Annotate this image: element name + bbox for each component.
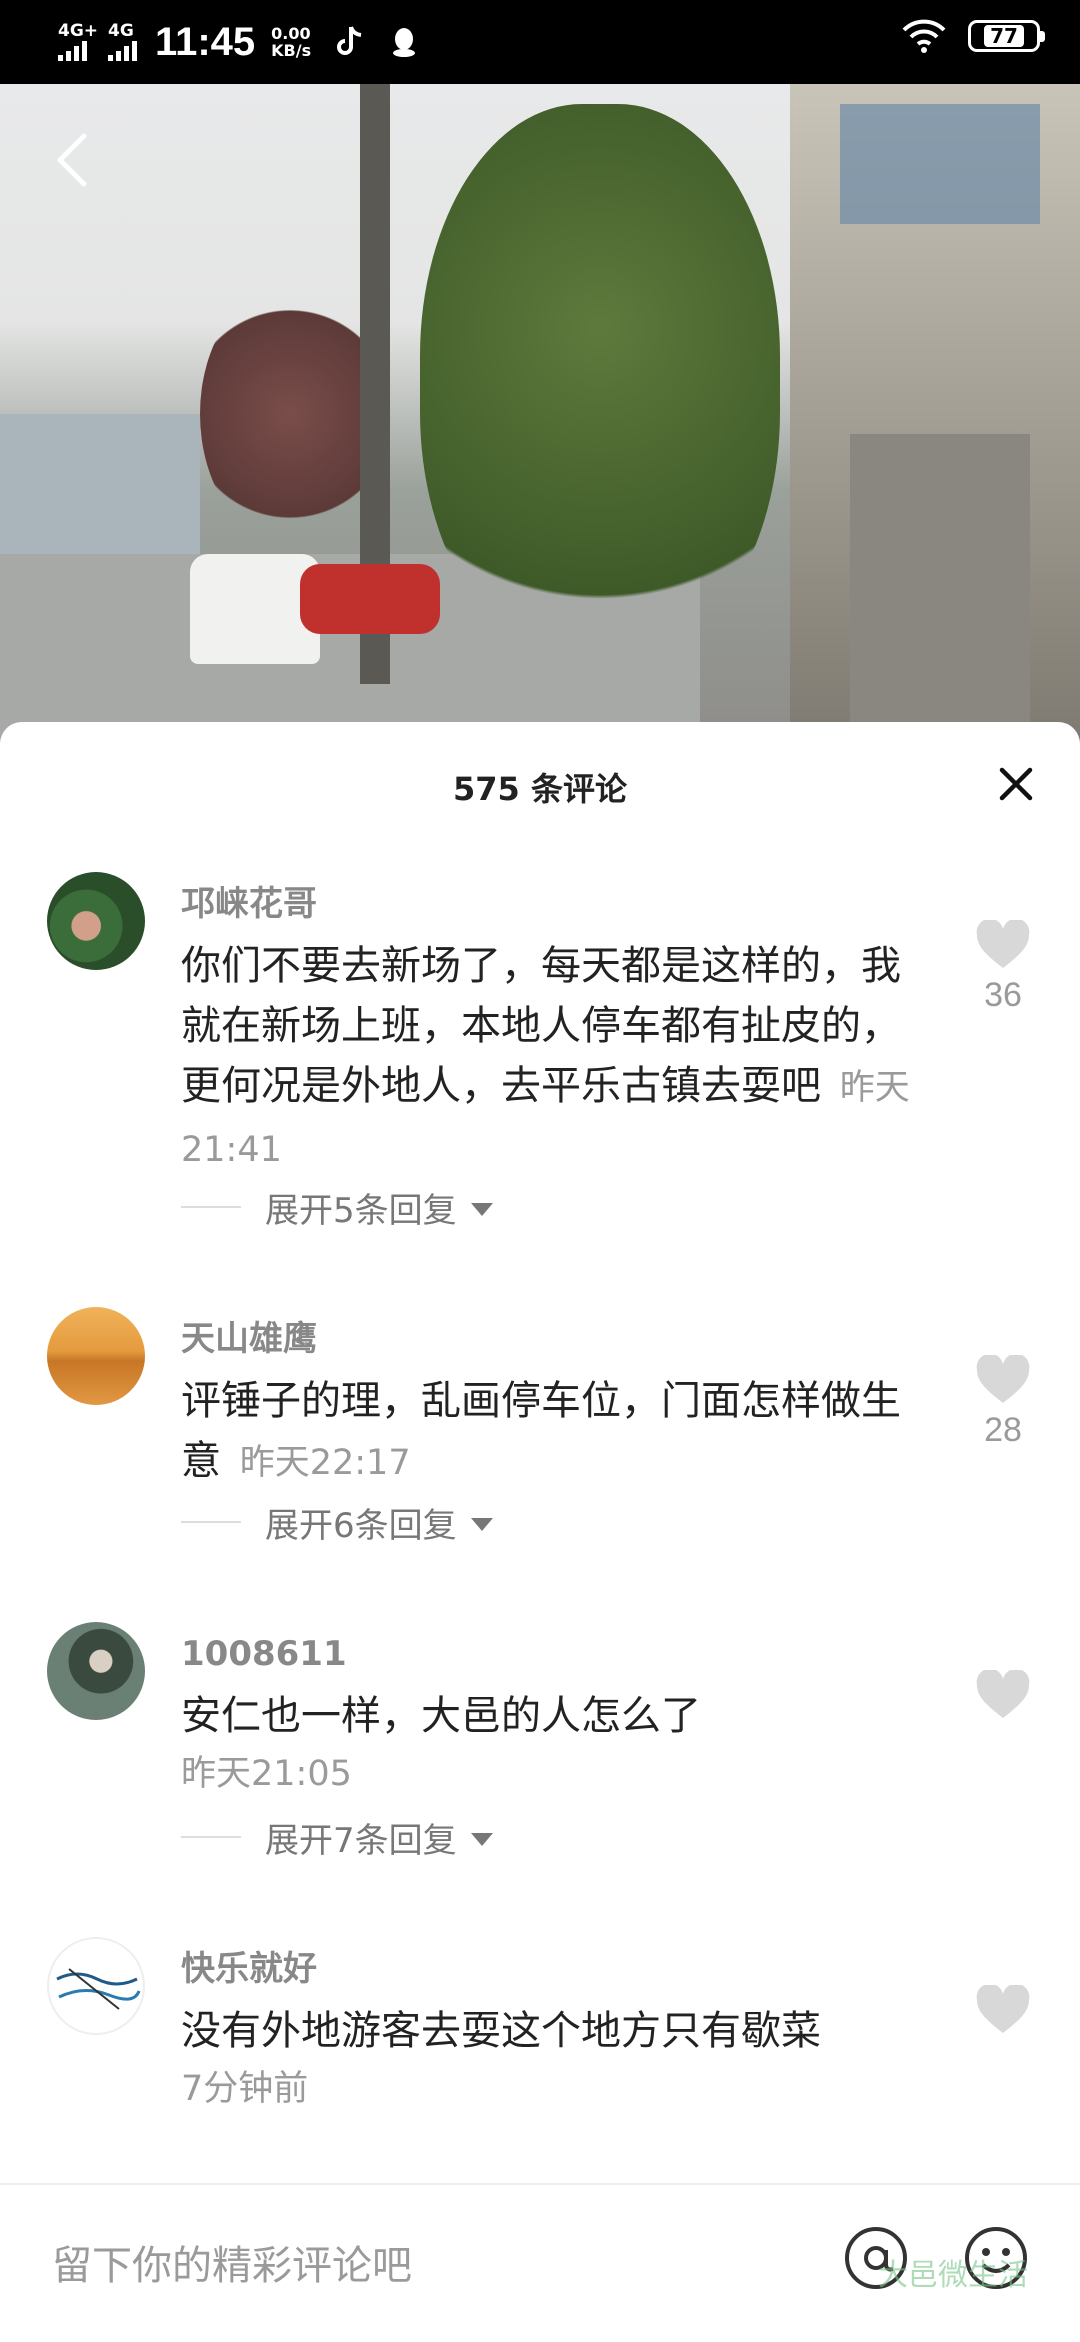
close-icon[interactable] bbox=[996, 764, 1036, 804]
heart-icon bbox=[976, 1983, 1030, 2033]
battery-level: 77 bbox=[984, 25, 1024, 47]
comment-text-content: 你们不要去新场了，每天都是这样的，我就在新场上班，本地人停车都有扯皮的，更何况是… bbox=[181, 943, 901, 1109]
net-speed-value: 0.00 bbox=[271, 24, 311, 43]
avatar[interactable] bbox=[47, 1622, 145, 1720]
comment-author[interactable]: 邛崃花哥 bbox=[181, 884, 921, 924]
comment-body: 快乐就好 没有外地游客去耍这个地方只有歇菜 7分钟前 bbox=[181, 1949, 921, 2117]
comment-author[interactable]: 快乐就好 bbox=[181, 1949, 921, 1989]
comment-time: 昨天21:05 bbox=[181, 1754, 352, 1794]
comment-input[interactable] bbox=[50, 2230, 754, 2302]
status-left: 4G+ 4G 11:45 0.00 KB/s bbox=[58, 20, 419, 65]
comment-text: 没有外地游客去耍这个地方只有歇菜 bbox=[181, 2008, 821, 2054]
avatar[interactable] bbox=[47, 1307, 145, 1405]
like-button[interactable] bbox=[968, 1668, 1038, 1724]
signal-1-label: 4G+ bbox=[58, 21, 99, 41]
qq-icon bbox=[393, 28, 416, 57]
scene-tree bbox=[200, 284, 380, 544]
signal-bars-icon bbox=[108, 39, 138, 61]
triangle-down-icon bbox=[470, 1202, 493, 1216]
clock: 11:45 bbox=[155, 19, 256, 64]
expand-replies-label: 展开6条回复 bbox=[265, 1505, 457, 1546]
comment-author[interactable]: 天山雄鹰 bbox=[181, 1319, 921, 1359]
net-speed: 0.00 KB/s bbox=[271, 25, 311, 59]
comment-body: 邛崃花哥 你们不要去新场了，每天都是这样的，我就在新场上班，本地人停车都有扯皮的… bbox=[181, 884, 921, 1180]
scene-building bbox=[790, 84, 1080, 764]
heart-icon bbox=[976, 918, 1030, 968]
comment-time: 昨天22:17 bbox=[239, 1443, 411, 1483]
comment-text: 评锤子的理，乱画停车位，门面怎样做生意 昨天22:17 bbox=[181, 1371, 921, 1493]
watermark-text: 大邑微生活 bbox=[878, 2258, 1028, 2293]
scene-window bbox=[840, 104, 1040, 224]
net-speed-unit: KB/s bbox=[271, 41, 312, 60]
like-count: 28 bbox=[984, 1411, 1022, 1449]
comment-text: 安仁也一样，大邑的人怎么了 bbox=[181, 1693, 701, 1739]
triangle-down-icon bbox=[470, 1832, 493, 1846]
avatar-artwork bbox=[56, 1968, 141, 2010]
divider bbox=[181, 1521, 241, 1523]
wifi-icon bbox=[902, 19, 946, 53]
scene-shutter bbox=[850, 434, 1030, 734]
expand-replies[interactable]: 展开6条回复 bbox=[181, 1497, 493, 1547]
comments-sheet: 575 条评论 邛崃花哥 你们不要去新场了，每天都是这样的，我就在新场上班，本地… bbox=[0, 722, 1080, 2340]
scene-roof bbox=[0, 414, 200, 554]
signal-bars-icon bbox=[58, 39, 87, 61]
signal-2-label: 4G bbox=[108, 21, 134, 41]
heart-icon bbox=[976, 1668, 1030, 1718]
divider bbox=[181, 1206, 241, 1208]
comment-text: 你们不要去新场了，每天都是这样的，我就在新场上班，本地人停车都有扯皮的，更何况是… bbox=[181, 936, 921, 1180]
like-button[interactable] bbox=[968, 1983, 1038, 2039]
signal-1: 4G+ bbox=[58, 23, 98, 61]
sheet-header: 575 条评论 bbox=[0, 722, 1080, 842]
expand-replies[interactable]: 展开7条回复 bbox=[181, 1812, 493, 1862]
comment-body: 1008611 安仁也一样，大邑的人怎么了 昨天21:05 bbox=[181, 1634, 921, 1802]
expand-replies[interactable]: 展开5条回复 bbox=[181, 1182, 493, 1232]
expand-replies-label: 展开5条回复 bbox=[265, 1190, 457, 1231]
avatar[interactable] bbox=[47, 1937, 145, 2035]
signal-2: 4G bbox=[108, 21, 138, 61]
video-background bbox=[0, 84, 1080, 764]
comment-author[interactable]: 1008611 bbox=[181, 1634, 921, 1674]
like-button[interactable]: 28 bbox=[968, 1353, 1038, 1450]
like-button[interactable]: 36 bbox=[968, 918, 1038, 1015]
comment-count-title: 575 条评论 bbox=[453, 770, 627, 808]
triangle-down-icon bbox=[470, 1517, 493, 1531]
scene-tree bbox=[420, 104, 780, 664]
avatar[interactable] bbox=[47, 872, 145, 970]
back-button[interactable] bbox=[48, 128, 96, 192]
battery-icon: 77 bbox=[968, 20, 1045, 52]
expand-replies-label: 展开7条回复 bbox=[265, 1820, 457, 1861]
heart-icon bbox=[976, 1353, 1030, 1403]
status-bar: 4G+ 4G 11:45 0.00 KB/s 77 bbox=[0, 0, 1080, 84]
comment-time: 7分钟前 bbox=[181, 2069, 309, 2109]
scene-car bbox=[300, 564, 440, 634]
like-count: 36 bbox=[984, 976, 1022, 1014]
status-right: 77 bbox=[902, 18, 1045, 54]
comment-body: 天山雄鹰 评锤子的理，乱画停车位，门面怎样做生意 昨天22:17 bbox=[181, 1319, 921, 1493]
divider bbox=[181, 1836, 241, 1838]
tiktok-icon bbox=[337, 26, 362, 55]
